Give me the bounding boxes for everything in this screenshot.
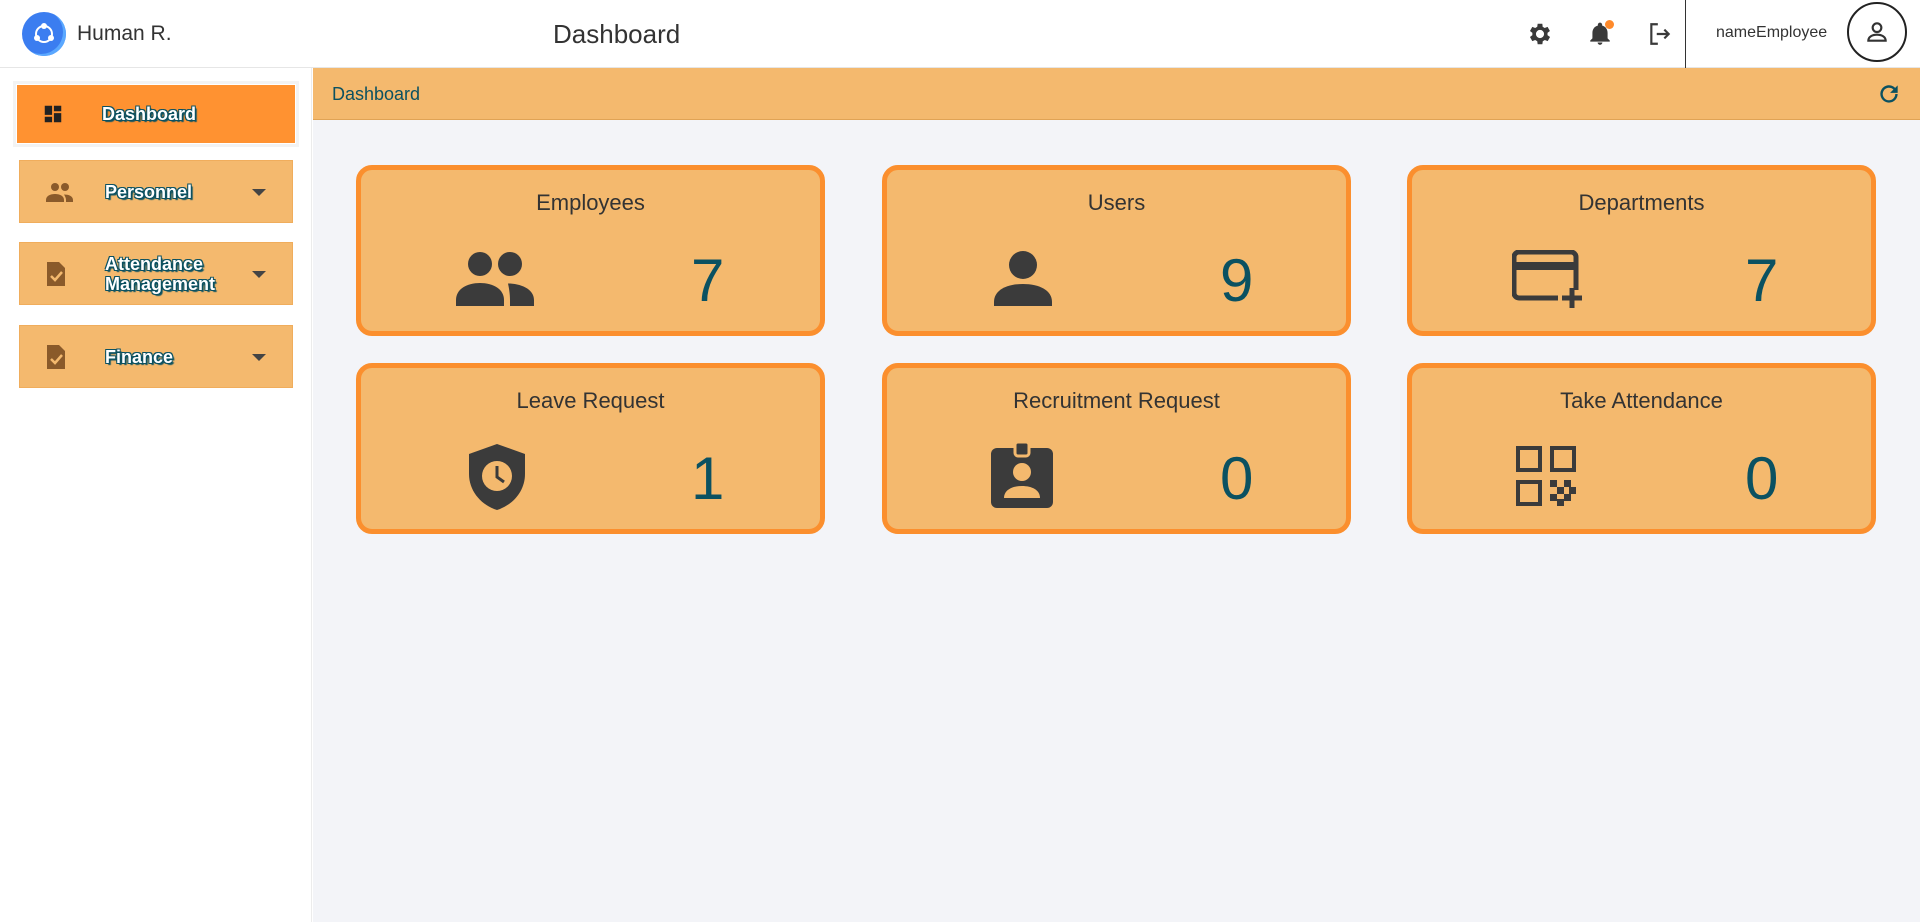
refresh-icon bbox=[1880, 85, 1898, 103]
assignment-check-icon bbox=[47, 261, 65, 286]
notifications-button[interactable] bbox=[1583, 17, 1617, 51]
chevron-down-icon bbox=[252, 353, 266, 361]
card-take-attendance[interactable]: Take Attendance 0 bbox=[1407, 363, 1876, 534]
card-value: 7 bbox=[691, 247, 725, 314]
add-card-icon bbox=[1512, 250, 1588, 308]
card-recruitment-request[interactable]: Recruitment Request 0 bbox=[882, 363, 1351, 534]
people-icon bbox=[46, 182, 73, 202]
sidebar-item-dashboard[interactable]: Dashboard bbox=[16, 84, 296, 144]
card-value: 0 bbox=[1220, 445, 1254, 512]
top-bar: Human R. Dashboard nameEmployee bbox=[0, 0, 1920, 68]
chevron-down-icon bbox=[252, 188, 266, 196]
breadcrumb[interactable]: Dashboard bbox=[332, 84, 420, 105]
card-value: 0 bbox=[1745, 445, 1779, 512]
logout-button[interactable] bbox=[1643, 17, 1677, 51]
chevron-down-icon bbox=[252, 270, 266, 278]
card-title: Users bbox=[1087, 190, 1146, 215]
shield-clock-icon bbox=[469, 444, 525, 510]
sidebar-item-label: Dashboard bbox=[102, 104, 197, 124]
card-leave-request[interactable]: Leave Request 1 bbox=[356, 363, 825, 534]
notification-badge bbox=[1605, 20, 1614, 29]
sidebar-item-label: Finance bbox=[105, 346, 174, 367]
user-name[interactable]: nameEmployee bbox=[1716, 24, 1827, 42]
gear-icon bbox=[1529, 23, 1551, 45]
card-title: Employees bbox=[536, 190, 645, 215]
dashboard-icon bbox=[44, 105, 62, 123]
sidebar-item-finance[interactable]: Finance bbox=[19, 325, 293, 388]
person-outline-icon bbox=[1867, 22, 1887, 42]
person-icon bbox=[994, 251, 1052, 306]
card-title: Take Attendance bbox=[1560, 388, 1723, 413]
card-employees[interactable]: Employees 7 bbox=[356, 165, 825, 336]
card-value: 9 bbox=[1220, 247, 1254, 314]
card-departments[interactable]: Departments 7 bbox=[1407, 165, 1876, 336]
card-value: 7 bbox=[1745, 247, 1779, 314]
card-title: Leave Request bbox=[516, 388, 665, 413]
main-content: Dashboard Employees 7 Users 9 Department… bbox=[313, 68, 1920, 922]
sidebar-item-label: Personnel bbox=[105, 181, 193, 202]
avatar[interactable] bbox=[1847, 2, 1907, 62]
qr-code-icon bbox=[1516, 446, 1576, 506]
app-name: Human R. bbox=[77, 22, 172, 45]
settings-button[interactable] bbox=[1523, 17, 1557, 51]
user-divider bbox=[1685, 0, 1686, 68]
page-title: Dashboard bbox=[553, 19, 681, 49]
sidebar-item-label: Attendance Management bbox=[105, 253, 216, 294]
sidebar-item-attendance-management[interactable]: Attendance Management bbox=[19, 242, 293, 305]
logout-icon bbox=[1650, 23, 1671, 45]
card-title: Departments bbox=[1578, 190, 1705, 215]
breadcrumb-bar: Dashboard bbox=[313, 68, 1920, 120]
card-users[interactable]: Users 9 bbox=[882, 165, 1351, 336]
sidebar: Dashboard Personnel Attendance Managemen… bbox=[0, 68, 312, 922]
card-title: Recruitment Request bbox=[1013, 388, 1220, 413]
badge-icon bbox=[991, 442, 1053, 508]
card-value: 1 bbox=[691, 445, 725, 512]
app-logo-icon[interactable] bbox=[22, 12, 66, 56]
people-icon bbox=[456, 252, 534, 306]
refresh-button[interactable] bbox=[1876, 81, 1902, 112]
assignment-check-icon bbox=[47, 344, 65, 369]
sidebar-item-personnel[interactable]: Personnel bbox=[19, 160, 293, 223]
